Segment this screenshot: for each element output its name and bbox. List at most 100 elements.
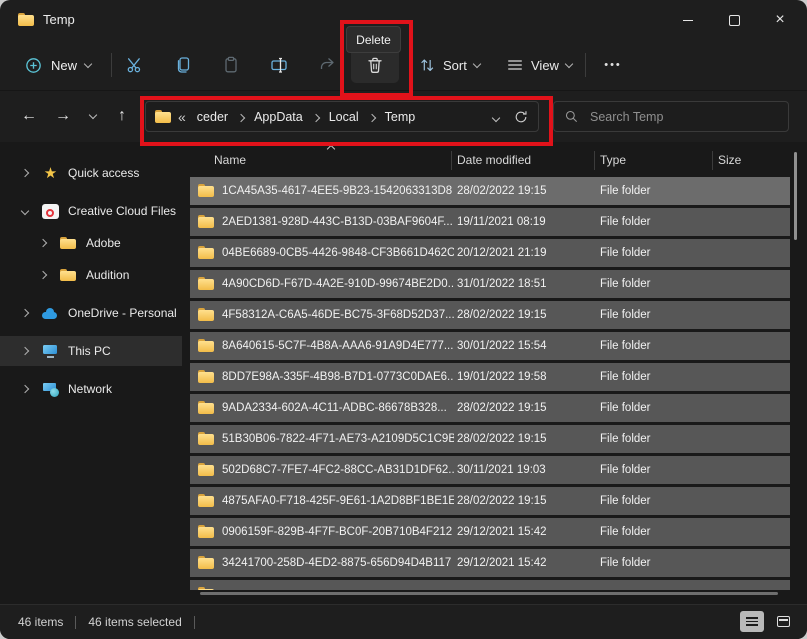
forward-button[interactable]: →: [46, 100, 80, 132]
expand-chevron-icon[interactable]: [38, 270, 50, 280]
table-row[interactable]: 0906159F-829B-4F7F-BC0F-20B710B4F212 29/…: [190, 518, 790, 546]
file-date-modified: 28/02/2022 19:15: [457, 495, 547, 507]
table-row[interactable]: 4A90CD6D-F67D-4A2E-910D-99674BE2D0... 31…: [190, 270, 790, 298]
status-divider: [193, 615, 195, 629]
table-row[interactable]: 502D68C7-7FE7-4FC2-88CC-AB31D1DF62... 30…: [190, 456, 790, 484]
sidebar-item[interactable]: Adobe: [0, 228, 182, 258]
more-options-button[interactable]: •••: [592, 47, 634, 83]
paste-icon: [225, 56, 237, 73]
folder-icon: [198, 401, 214, 414]
search-box[interactable]: [553, 101, 789, 132]
file-name: 4875AFA0-F718-425F-9E61-1A2D8BF1BE1E: [222, 495, 454, 507]
breadcrumb-overflow[interactable]: «: [178, 109, 186, 125]
address-dropdown-button[interactable]: [491, 108, 501, 126]
table-row[interactable]: 4F58312A-C6A5-46DE-BC75-3F68D52D37... 28…: [190, 301, 790, 329]
sidebar-item-icon: [42, 204, 59, 219]
chevron-down-icon: [472, 59, 482, 68]
breadcrumb-label[interactable]: AppData: [250, 108, 307, 126]
table-row[interactable]: 2AED1381-928D-443C-B13D-03BAF9604F... 19…: [190, 208, 790, 236]
expand-chevron-icon[interactable]: [20, 206, 32, 216]
rename-button[interactable]: [255, 47, 303, 83]
sidebar-item[interactable]: Quick access: [0, 158, 182, 188]
back-button[interactable]: ←: [12, 100, 46, 132]
chevron-down-icon: [88, 110, 98, 119]
breadcrumb-item[interactable]: ceder: [193, 108, 250, 126]
file-name: 2AED1381-928D-443C-B13D-03BAF9604F...: [222, 216, 453, 228]
horizontal-scrollbar-thumb[interactable]: [200, 592, 778, 595]
file-type: File folder: [600, 557, 651, 569]
address-bar[interactable]: « ceder AppData Local Temp: [145, 101, 539, 132]
paste-button[interactable]: [207, 47, 255, 83]
column-divider[interactable]: [712, 151, 713, 170]
table-row[interactable]: [190, 580, 790, 590]
table-row[interactable]: 4875AFA0-F718-425F-9E61-1A2D8BF1BE1E 28/…: [190, 487, 790, 515]
cut-button[interactable]: [111, 47, 159, 83]
table-row[interactable]: 51B30B06-7822-4F71-AE73-A2109D5C1C9B 28/…: [190, 425, 790, 453]
table-row[interactable]: 1CA45A35-4617-4EE5-9B23-1542063313D8 28/…: [190, 177, 790, 205]
file-type: File folder: [600, 278, 651, 290]
sidebar-item[interactable]: Creative Cloud Files: [0, 196, 182, 226]
refresh-button[interactable]: [513, 109, 529, 125]
file-rows: 1CA45A35-4617-4EE5-9B23-1542063313D8 28/…: [190, 177, 790, 590]
table-row[interactable]: 8DD7E98A-335F-4B98-B7D1-0773C0DAE6... 19…: [190, 363, 790, 391]
chevron-right-icon: [311, 113, 320, 122]
breadcrumb-item[interactable]: AppData: [250, 108, 325, 126]
sort-button-label: Sort: [443, 57, 467, 73]
breadcrumb-item[interactable]: Temp: [381, 108, 420, 126]
table-row[interactable]: 8A640615-5C7F-4B8A-AAA6-91A9D4E777... 30…: [190, 332, 790, 360]
column-header-size[interactable]: Size: [718, 147, 741, 173]
file-date-modified: 28/02/2022 19:15: [457, 433, 547, 445]
sidebar-item[interactable]: OneDrive - Personal: [0, 298, 182, 328]
file-date-modified: 29/12/2021 15:42: [457, 526, 547, 538]
search-input[interactable]: [588, 108, 778, 125]
sidebar-item[interactable]: This PC: [0, 336, 182, 366]
expand-chevron-icon[interactable]: [20, 346, 32, 356]
file-type: File folder: [600, 185, 651, 197]
breadcrumb-item[interactable]: Local: [325, 108, 381, 126]
folder-icon: [198, 246, 214, 259]
expand-chevron-icon[interactable]: [20, 168, 32, 178]
new-button[interactable]: New: [14, 47, 101, 83]
column-header-date-modified[interactable]: Date modified: [457, 147, 531, 173]
vertical-scrollbar-thumb[interactable]: [794, 152, 797, 240]
search-icon: [565, 110, 577, 122]
column-divider[interactable]: [594, 151, 595, 170]
breadcrumb-label[interactable]: Temp: [381, 108, 420, 126]
folder-icon: [198, 215, 214, 228]
large-icons-view-toggle[interactable]: [771, 611, 795, 632]
expand-chevron-icon[interactable]: [20, 384, 32, 394]
maximize-button[interactable]: [711, 0, 757, 40]
breadcrumb-label[interactable]: ceder: [193, 108, 232, 126]
table-row[interactable]: 9ADA2334-602A-4C11-ADBC-86678B328... 28/…: [190, 394, 790, 422]
column-divider[interactable]: [451, 151, 452, 170]
sort-button[interactable]: Sort: [409, 47, 489, 83]
column-header-type[interactable]: Type: [600, 147, 626, 173]
copy-button[interactable]: [159, 47, 207, 83]
close-button[interactable]: ×: [757, 0, 803, 40]
view-button[interactable]: View: [497, 47, 581, 83]
up-button[interactable]: ↑: [106, 100, 138, 132]
minimize-button[interactable]: [665, 0, 711, 40]
chevron-down-icon: [491, 113, 501, 122]
expand-chevron-icon[interactable]: [20, 308, 32, 318]
file-date-modified: 19/11/2021 08:19: [457, 216, 546, 228]
sidebar-item-icon: [60, 235, 77, 251]
file-date-modified: 20/12/2021 21:19: [457, 247, 547, 259]
breadcrumb-label[interactable]: Local: [325, 108, 363, 126]
sidebar-item[interactable]: Audition: [0, 260, 182, 290]
share-button[interactable]: [303, 47, 351, 83]
file-name: 0906159F-829B-4F7F-BC0F-20B710B4F212: [222, 526, 453, 538]
table-row[interactable]: 04BE6689-0CB5-4426-9848-CF3B661D462C 20/…: [190, 239, 790, 267]
column-headers: Name Date modified Type Size: [190, 144, 790, 173]
sidebar-item[interactable]: Network: [0, 374, 182, 404]
table-row[interactable]: 34241700-258D-4ED2-8875-656D94D4B117 29/…: [190, 549, 790, 577]
expand-chevron-icon[interactable]: [38, 238, 50, 248]
up-icon: ↑: [118, 107, 126, 124]
window-controls: ×: [665, 0, 803, 40]
details-view-toggle[interactable]: [740, 611, 764, 632]
column-header-name[interactable]: Name: [214, 147, 246, 173]
title-bar: Temp ×: [0, 0, 807, 40]
file-date-modified: 28/02/2022 19:15: [457, 309, 547, 321]
recent-locations-button[interactable]: [80, 100, 106, 132]
file-name: 8DD7E98A-335F-4B98-B7D1-0773C0DAE6...: [222, 371, 454, 383]
